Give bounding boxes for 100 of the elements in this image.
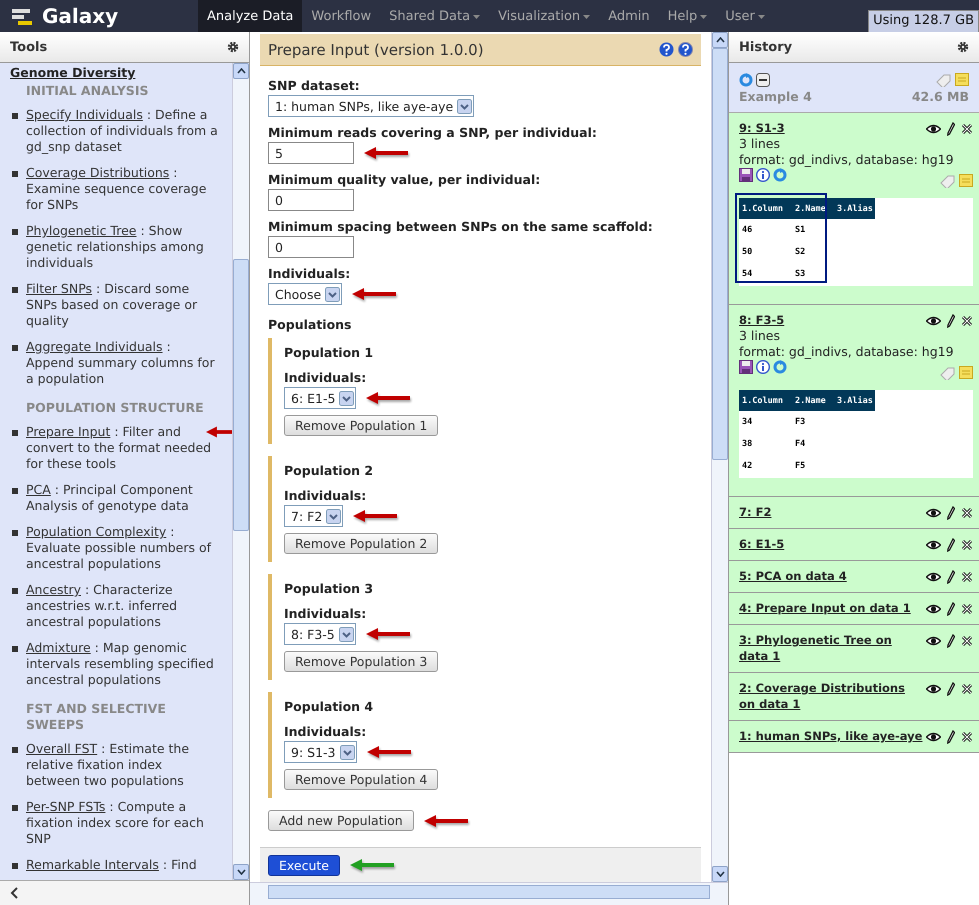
- save-icon[interactable]: [739, 168, 753, 182]
- info-icon[interactable]: [756, 360, 770, 374]
- tool-link[interactable]: Ancestry: [26, 582, 81, 597]
- collapse-icon[interactable]: [10, 887, 20, 899]
- dataset-title[interactable]: 2: Coverage Distributions on data 1: [739, 680, 924, 712]
- dropdown-select[interactable]: 6: E1-5: [284, 387, 356, 409]
- tool-entry: Remarkable Intervals : Find: [26, 857, 198, 873]
- scrollbar[interactable]: [232, 63, 249, 880]
- input-field[interactable]: 0: [268, 236, 354, 258]
- table-cell: S1: [792, 219, 834, 241]
- dropdown-select[interactable]: 9: S1-3: [284, 741, 356, 763]
- info-icon[interactable]: [756, 168, 770, 182]
- nav-tab[interactable]: Analyze Data: [198, 0, 302, 32]
- eye-icon[interactable]: [926, 636, 941, 646]
- bullet-icon: [12, 229, 18, 235]
- eye-icon[interactable]: [926, 572, 941, 582]
- dataset-title[interactable]: 5: PCA on data 4: [739, 568, 847, 584]
- pencil-icon[interactable]: [947, 506, 955, 520]
- delete-icon[interactable]: [961, 683, 973, 695]
- field-label: Populations: [268, 317, 353, 332]
- field-label: Individuals:: [284, 606, 368, 621]
- tool-link[interactable]: Admixture: [26, 640, 91, 655]
- delete-icon[interactable]: [961, 635, 973, 647]
- dropdown-select[interactable]: 8: F3-5: [284, 623, 356, 645]
- pencil-icon[interactable]: [947, 682, 955, 696]
- dataset-title[interactable]: 1: human SNPs, like aye-aye: [739, 728, 922, 744]
- refresh-icon[interactable]: [773, 360, 787, 374]
- pencil-icon[interactable]: [947, 314, 955, 328]
- group-title: Population 2: [284, 463, 374, 478]
- eye-icon[interactable]: [926, 124, 941, 134]
- execute-button[interactable]: Execute: [268, 854, 340, 876]
- dropdown-select[interactable]: 7: F2: [284, 505, 344, 527]
- bullet-icon: [12, 287, 18, 293]
- dataset-info: format: gd_indivs, database: hg19: [739, 344, 955, 360]
- pencil-icon[interactable]: [947, 122, 955, 136]
- pencil-icon[interactable]: [947, 538, 955, 552]
- help-icon[interactable]: [678, 42, 693, 57]
- delete-icon[interactable]: [961, 507, 973, 519]
- tool-link[interactable]: Specify Individuals: [26, 107, 143, 122]
- tool-link[interactable]: Remarkable Intervals: [26, 857, 159, 872]
- tool-link[interactable]: Population Complexity: [26, 524, 166, 539]
- tool-link[interactable]: Prepare Input: [26, 424, 110, 439]
- tool-link[interactable]: PCA: [26, 482, 51, 497]
- eye-icon[interactable]: [926, 604, 941, 614]
- input-field[interactable]: 5: [268, 142, 354, 164]
- tool-link[interactable]: Overall FST: [26, 741, 98, 756]
- section-link[interactable]: Genome Diversity: [10, 65, 232, 80]
- delete-icon[interactable]: [961, 539, 973, 551]
- tool-entry: Specify Individuals : Define a collection of individuals from a gd_snp dataset: [26, 107, 218, 155]
- add-button[interactable]: Add new Population: [268, 810, 414, 831]
- eye-icon[interactable]: [926, 732, 941, 742]
- eye-icon[interactable]: [926, 316, 941, 326]
- tool-link[interactable]: Aggregate Individuals: [26, 339, 163, 354]
- dataset-title[interactable]: 7: F2: [739, 504, 772, 520]
- dropdown-select[interactable]: 1: human SNPs, like aye-aye: [268, 95, 474, 117]
- eye-icon[interactable]: [926, 684, 941, 694]
- input-field[interactable]: 0: [268, 189, 354, 211]
- delete-icon[interactable]: [961, 123, 973, 135]
- scrollbar[interactable]: [250, 882, 728, 905]
- caret-icon: [583, 15, 590, 19]
- remove-button[interactable]: Remove Population 3: [284, 651, 438, 672]
- remove-button[interactable]: Remove Population 2: [284, 533, 438, 554]
- arrow-icon: [366, 391, 410, 405]
- eye-icon[interactable]: [926, 540, 941, 550]
- tool-link[interactable]: Phylogenetic Tree: [26, 223, 136, 238]
- field-label: SNP dataset:: [268, 78, 361, 93]
- scrollbar[interactable]: [0, 880, 249, 905]
- brand-name[interactable]: Galaxy: [42, 4, 118, 28]
- collapse-icon[interactable]: [756, 73, 770, 87]
- tool-link[interactable]: Per-SNP FSTs: [26, 799, 106, 814]
- dataset-title[interactable]: 6: E1-5: [739, 536, 784, 552]
- dropdown-select[interactable]: Choose: [268, 283, 342, 305]
- tool-link[interactable]: Filter SNPs: [26, 281, 92, 296]
- delete-icon[interactable]: [961, 603, 973, 615]
- delete-icon[interactable]: [961, 571, 973, 583]
- pencil-icon[interactable]: [947, 730, 955, 744]
- scrollbar[interactable]: [711, 32, 728, 882]
- remove-button[interactable]: Remove Population 4: [284, 769, 438, 790]
- column-header: 3.Alias: [834, 198, 875, 219]
- delete-icon[interactable]: [961, 315, 973, 327]
- remove-button[interactable]: Remove Population 1: [284, 415, 438, 436]
- caret-icon: [758, 15, 765, 19]
- save-icon[interactable]: [739, 360, 753, 374]
- refresh-icon[interactable]: [773, 168, 787, 182]
- eye-icon[interactable]: [926, 508, 941, 518]
- help-icon[interactable]: [659, 42, 674, 57]
- pencil-icon[interactable]: [947, 570, 955, 584]
- settings-icon[interactable]: [957, 41, 969, 53]
- tool-link[interactable]: Coverage Distributions: [26, 165, 170, 180]
- dataset-title[interactable]: 8: F3-5: [739, 312, 784, 328]
- tool-entry: Population Complexity : Evaluate possible numbers of ancestral populations: [26, 524, 212, 572]
- table-cell-text: S3: [794, 268, 806, 280]
- dataset-title[interactable]: 3: Phylogenetic Tree on data 1: [739, 632, 924, 664]
- pencil-icon[interactable]: [947, 634, 955, 648]
- dataset-title[interactable]: 4: Prepare Input on data 1: [739, 600, 911, 616]
- pencil-icon[interactable]: [947, 602, 955, 616]
- dataset-title[interactable]: 9: S1-3: [739, 120, 785, 136]
- settings-icon[interactable]: [227, 41, 239, 53]
- delete-icon[interactable]: [961, 731, 973, 743]
- table-cell-text: S2: [794, 246, 806, 258]
